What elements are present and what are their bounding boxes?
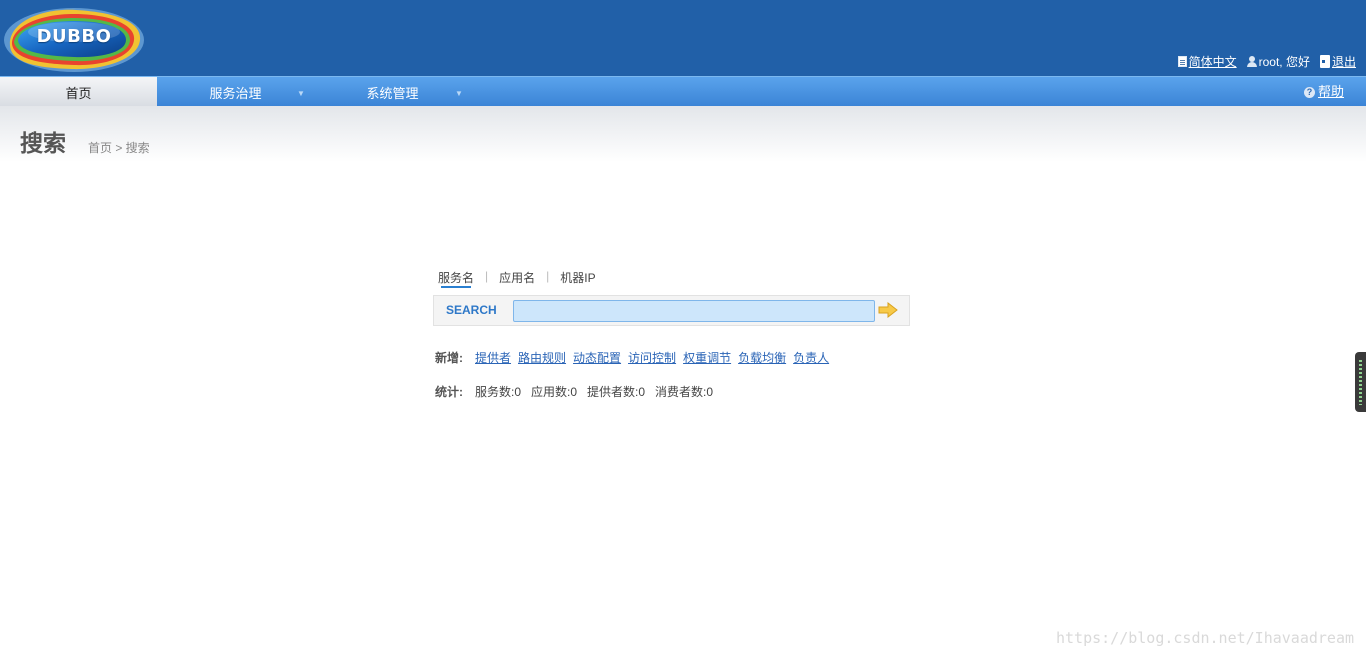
- language-switch[interactable]: 简体中文: [1177, 53, 1237, 70]
- user-greeting: root, 您好: [1246, 53, 1310, 70]
- breadcrumb: 首页 > 搜索: [88, 141, 150, 155]
- logo-text: DUBBO: [36, 26, 112, 47]
- search-label: SEARCH: [446, 303, 497, 317]
- help-link[interactable]: 帮助: [1318, 77, 1344, 107]
- stats-label: 统计:: [435, 385, 463, 399]
- dubbo-logo[interactable]: DUBBO: [2, 2, 146, 74]
- main-nav: 首页 服务治理 ▼ 系统管理 ▼ ? 帮助: [0, 76, 1366, 106]
- logout-icon: [1319, 54, 1330, 68]
- stat-providers: 提供者数:0: [587, 385, 646, 399]
- user-bar: 简体中文 root, 您好 退出: [1177, 53, 1356, 70]
- add-label: 新增:: [435, 351, 463, 365]
- language-link[interactable]: 简体中文: [1189, 53, 1237, 70]
- add-row: 新增: 提供者 路由规则 动态配置 访问控制 权重调节 负载均衡 负责人: [435, 349, 829, 366]
- add-load-balance-link[interactable]: 负载均衡: [738, 349, 786, 366]
- arrow-right-icon: [878, 302, 898, 318]
- tab-machine-ip[interactable]: 机器IP: [560, 269, 595, 286]
- search-input[interactable]: [513, 300, 875, 322]
- add-weight-link[interactable]: 权重调节: [683, 349, 731, 366]
- page-title: 搜索: [20, 130, 66, 156]
- add-route-rule-link[interactable]: 路由规则: [518, 349, 566, 366]
- help[interactable]: ? 帮助: [1303, 77, 1344, 107]
- title-band: [0, 106, 1366, 162]
- header-bar: DUBBO 简体中文 root, 您好 退出: [0, 0, 1366, 76]
- add-access-control-link[interactable]: 访问控制: [628, 349, 676, 366]
- watermark: https://blog.csdn.net/Ihavaadream: [1055, 629, 1354, 647]
- greeting-text: root, 您好: [1258, 54, 1310, 69]
- nav-item-service-governance[interactable]: 服务治理: [157, 77, 314, 106]
- add-dynamic-config-link[interactable]: 动态配置: [573, 349, 621, 366]
- side-widget-handle[interactable]: [1355, 352, 1366, 412]
- stat-services: 服务数:0: [475, 385, 522, 399]
- logout[interactable]: 退出: [1319, 53, 1356, 70]
- search-box: SEARCH: [433, 295, 910, 326]
- tab-service-name[interactable]: 服务名: [438, 269, 474, 288]
- search-button[interactable]: [878, 302, 898, 318]
- logout-link[interactable]: 退出: [1332, 53, 1356, 70]
- nav-item-system-management[interactable]: 系统管理: [314, 77, 471, 106]
- add-provider-link[interactable]: 提供者: [475, 349, 511, 366]
- nav-item-home[interactable]: 首页: [0, 77, 157, 106]
- help-icon: ?: [1303, 86, 1315, 98]
- tab-separator: |: [546, 269, 550, 283]
- tab-application-name[interactable]: 应用名: [499, 269, 535, 286]
- document-icon: [1177, 55, 1187, 67]
- stat-consumers: 消费者数:0: [655, 385, 714, 399]
- stats-row: 统计: 服务数:0 应用数:0 提供者数:0 消费者数:0: [435, 383, 713, 400]
- stat-applications: 应用数:0: [531, 385, 578, 399]
- tab-separator: |: [485, 269, 489, 283]
- user-icon: [1246, 55, 1257, 67]
- search-tabs: 服务名 | 应用名 | 机器IP: [438, 269, 596, 291]
- add-owner-link[interactable]: 负责人: [793, 349, 829, 366]
